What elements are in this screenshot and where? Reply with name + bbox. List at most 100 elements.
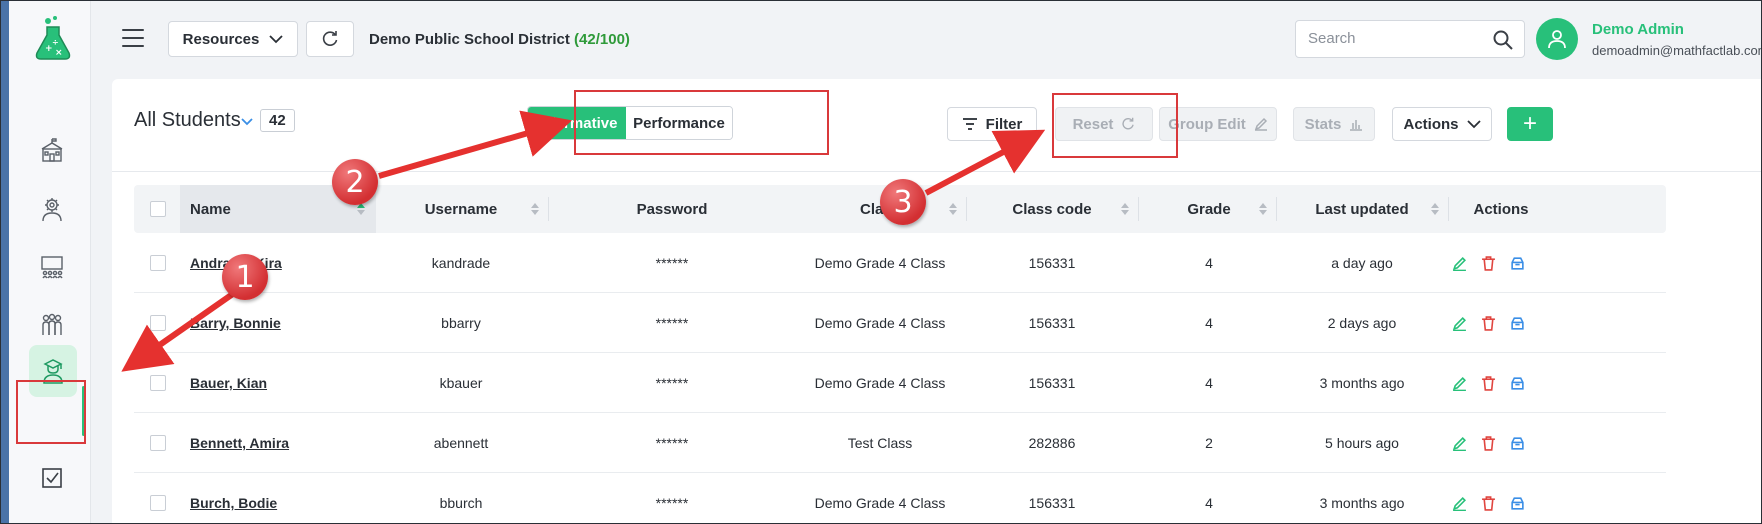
column-header-username[interactable]: Username <box>376 185 546 233</box>
sidebar-item-schools[interactable] <box>29 128 75 174</box>
highlight-view-toggle <box>574 90 829 155</box>
pencil-icon <box>1254 117 1267 131</box>
table-row[interactable]: Bennett, Amira abennett ****** Test Class 28… <box>134 413 1666 473</box>
table-row[interactable]: Barry, Bonnie bbarry ****** Demo Grade 4 Cl… <box>134 293 1666 353</box>
student-name-link[interactable]: Bennett, Amira <box>190 413 376 473</box>
sidebar-item-groups[interactable] <box>29 302 75 348</box>
student-name-link[interactable]: Barry, Bonnie <box>190 293 376 353</box>
sort-icon[interactable] <box>530 202 540 216</box>
student-name-link[interactable]: Andrade, Kira <box>190 233 376 293</box>
edit-icon[interactable] <box>1452 256 1467 271</box>
window-edge <box>1 1 9 523</box>
student-name-link[interactable]: Bauer, Kian <box>190 353 376 413</box>
delete-icon[interactable] <box>1481 495 1496 511</box>
sort-icon[interactable] <box>1430 202 1440 216</box>
group-edit-label: Group Edit <box>1168 115 1246 133</box>
row-checkbox[interactable] <box>150 495 166 511</box>
class-cell: Demo Grade 4 Class <box>814 315 946 331</box>
column-header-class[interactable]: Class <box>795 185 965 233</box>
sidebar-item-assessments[interactable] <box>29 455 75 501</box>
refresh-button[interactable] <box>306 21 354 57</box>
highlight-filter-button <box>1052 93 1178 158</box>
archive-icon[interactable] <box>1510 436 1525 451</box>
student-count-badge: 42 <box>260 109 295 132</box>
edit-icon[interactable] <box>1452 436 1467 451</box>
last-updated-cell: 3 months ago <box>1319 375 1405 391</box>
archive-icon[interactable] <box>1510 496 1525 511</box>
step-badge-2: 2 <box>332 159 378 205</box>
district-label: Demo Public School District (42/100) <box>369 31 630 48</box>
district-name: Demo Public School District <box>369 31 570 48</box>
student-name-link[interactable]: Burch, Bodie <box>190 473 376 523</box>
add-student-button[interactable]: + <box>1507 107 1553 141</box>
class-cell: Demo Grade 4 Class <box>814 495 946 511</box>
sidebar-item-admins[interactable] <box>29 186 75 232</box>
class-code-cell: 156331 <box>1028 495 1076 511</box>
archive-icon[interactable] <box>1510 316 1525 331</box>
page-title[interactable]: All Students <box>134 109 241 132</box>
last-updated-cell: a day ago <box>1331 255 1393 271</box>
filter-label: Filter <box>985 115 1023 133</box>
menu-toggle-icon[interactable] <box>122 29 144 47</box>
district-count: (42/100) <box>574 31 630 48</box>
avatar[interactable] <box>1536 18 1578 60</box>
table-row[interactable]: Bauer, Kian kbauer ****** Demo Grade 4 Clas… <box>134 353 1666 413</box>
sidebar-item-classes[interactable] <box>29 244 75 290</box>
archive-icon[interactable] <box>1510 376 1525 391</box>
chevron-down-icon[interactable] <box>240 117 254 127</box>
sort-icon[interactable] <box>1258 202 1268 216</box>
svg-text:÷: ÷ <box>52 38 59 47</box>
column-header-class-code[interactable]: Class code <box>967 185 1137 233</box>
column-label: Grade <box>1187 200 1231 218</box>
column-label: Password <box>636 200 708 218</box>
resources-dropdown[interactable]: Resources <box>168 21 298 57</box>
actions-dropdown[interactable]: Actions <box>1392 107 1492 141</box>
password-cell: ****** <box>655 255 689 271</box>
class-code-cell: 156331 <box>1028 375 1076 391</box>
app-window: + × ÷ Resources Demo Public School Distr… <box>0 0 1762 524</box>
search-icon[interactable] <box>1492 29 1514 51</box>
row-checkbox[interactable] <box>150 375 166 391</box>
delete-icon[interactable] <box>1481 435 1496 451</box>
sort-icon[interactable] <box>1120 202 1130 216</box>
row-actions <box>1452 353 1525 413</box>
chevron-down-icon <box>269 34 283 43</box>
stats-label: Stats <box>1304 115 1342 133</box>
edit-icon[interactable] <box>1452 496 1467 511</box>
chevron-down-icon <box>1466 119 1481 128</box>
row-checkbox[interactable] <box>150 255 166 271</box>
school-icon <box>41 138 63 162</box>
table-row[interactable]: Andrade, Kira kandrade ****** Demo Grade 4 … <box>134 233 1666 293</box>
last-updated-cell: 3 months ago <box>1319 495 1405 511</box>
step-badge-3: 3 <box>880 179 926 225</box>
delete-icon[interactable] <box>1481 375 1496 391</box>
row-actions <box>1452 473 1525 523</box>
sidebar: + × ÷ <box>9 1 91 523</box>
row-checkbox[interactable] <box>150 315 166 331</box>
archive-icon[interactable] <box>1510 256 1525 271</box>
column-label: Actions <box>1473 200 1529 218</box>
username-cell: bburch <box>439 495 483 511</box>
bar-chart-icon <box>1350 120 1363 131</box>
class-code-cell: 156331 <box>1028 315 1076 331</box>
filter-button[interactable]: Filter <box>947 107 1037 141</box>
edit-icon[interactable] <box>1452 316 1467 331</box>
sort-icon[interactable] <box>948 202 958 216</box>
user-name[interactable]: Demo Admin <box>1592 21 1684 38</box>
password-cell: ****** <box>655 315 689 331</box>
stats-button[interactable]: Stats <box>1293 107 1375 141</box>
table-row[interactable]: Burch, Bodie bburch ****** Demo Grade 4 Cla… <box>134 473 1666 523</box>
edit-icon[interactable] <box>1452 376 1467 391</box>
grade-cell: 4 <box>1205 255 1213 271</box>
search-input[interactable] <box>1308 30 1478 47</box>
classroom-icon <box>41 256 63 279</box>
row-checkbox[interactable] <box>150 435 166 451</box>
delete-icon[interactable] <box>1481 315 1496 331</box>
select-all-checkbox[interactable] <box>150 201 166 217</box>
last-updated-cell: 2 days ago <box>1327 315 1397 331</box>
delete-icon[interactable] <box>1481 255 1496 271</box>
app-logo-icon[interactable]: + × ÷ <box>31 15 75 63</box>
column-header-last-updated[interactable]: Last updated <box>1277 185 1447 233</box>
row-actions <box>1452 413 1525 473</box>
refresh-icon <box>322 31 338 46</box>
